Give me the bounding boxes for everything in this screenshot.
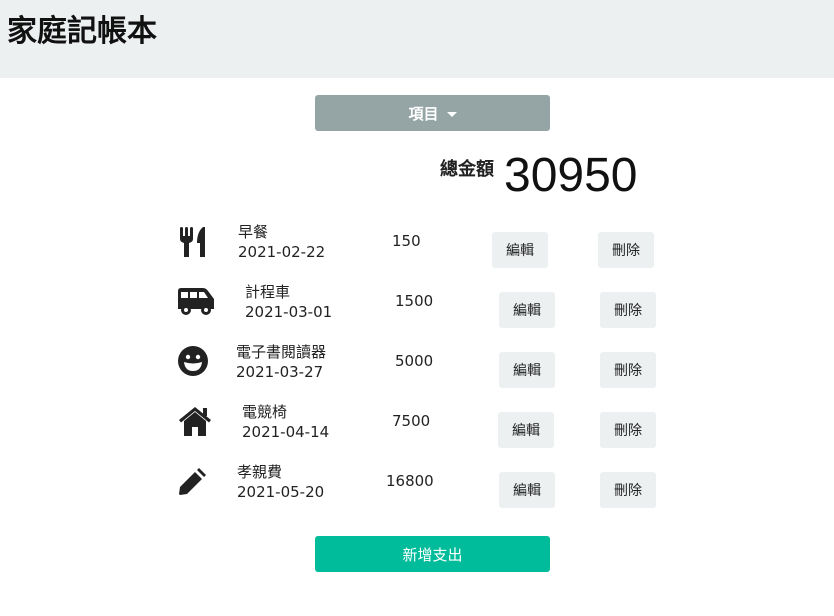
- item-date: 2021-03-27: [236, 363, 324, 381]
- item-name: 計程車: [245, 283, 291, 301]
- expense-row: 計程車 2021-03-01 1500 編輯 刪除: [0, 281, 834, 341]
- item-name: 電子書閱讀器: [236, 343, 327, 361]
- item-amount: 1500: [395, 292, 434, 310]
- item-amount: 7500: [392, 412, 431, 430]
- edit-button[interactable]: 編輯: [499, 352, 555, 388]
- item-date: 2021-03-01: [245, 303, 333, 321]
- item-name: 早餐: [238, 223, 269, 241]
- delete-button[interactable]: 刪除: [598, 232, 654, 268]
- edit-button[interactable]: 編輯: [499, 472, 555, 508]
- expense-row: 電子書閱讀器 2021-03-27 5000 編輯 刪除: [0, 341, 834, 401]
- category-dropdown[interactable]: 項目: [315, 95, 550, 131]
- delete-button[interactable]: 刪除: [600, 412, 656, 448]
- edit-button[interactable]: 編輯: [492, 232, 548, 268]
- shuttle-van-icon: [177, 285, 215, 317]
- edit-button[interactable]: 編輯: [499, 292, 555, 328]
- item-date: 2021-02-22: [238, 243, 326, 261]
- expense-row: 早餐 2021-02-22 150 編輯 刪除: [0, 221, 834, 281]
- item-amount: 5000: [395, 352, 434, 370]
- caret-down-icon: [446, 111, 457, 117]
- item-amount: 16800: [386, 472, 434, 490]
- delete-button[interactable]: 刪除: [600, 472, 656, 508]
- total-label: 總金額: [440, 159, 494, 180]
- home-icon: [178, 405, 212, 437]
- expense-row: 電競椅 2021-04-14 7500 編輯 刪除: [0, 401, 834, 461]
- item-amount: 150: [392, 232, 421, 250]
- pencil-icon: [177, 465, 209, 497]
- app-title: 家庭記帳本: [7, 14, 157, 49]
- item-date: 2021-05-20: [237, 483, 325, 501]
- total-value: 30950: [504, 149, 638, 202]
- utensils-icon: [178, 226, 210, 258]
- add-expense-button[interactable]: 新增支出: [315, 536, 550, 572]
- edit-button[interactable]: 編輯: [498, 412, 554, 448]
- item-date: 2021-04-14: [242, 423, 330, 441]
- delete-button[interactable]: 刪除: [600, 352, 656, 388]
- item-name: 孝親費: [237, 463, 283, 481]
- item-name: 電競椅: [242, 403, 288, 421]
- grin-icon: [177, 345, 209, 377]
- category-dropdown-label: 項目: [408, 104, 439, 123]
- delete-button[interactable]: 刪除: [600, 292, 656, 328]
- expense-row: 孝親費 2021-05-20 16800 編輯 刪除: [0, 461, 834, 521]
- app-header: 家庭記帳本: [0, 0, 834, 78]
